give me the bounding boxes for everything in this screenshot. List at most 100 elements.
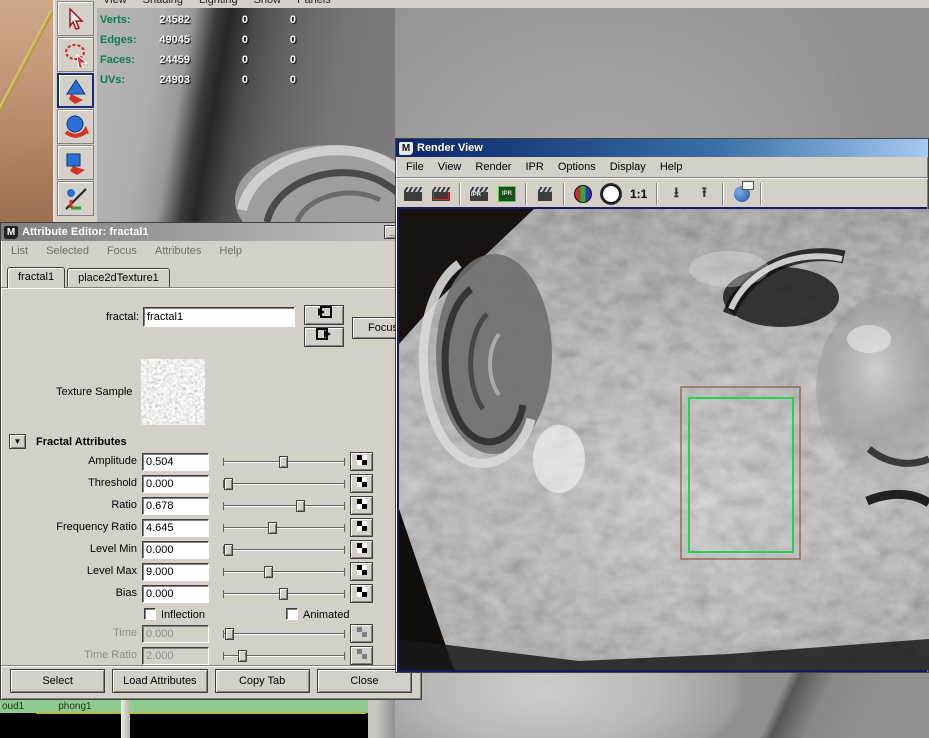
lasso-select-tool[interactable] <box>57 37 94 72</box>
ae-menu-selected[interactable]: Selected <box>46 245 89 257</box>
level-min-field[interactable] <box>142 541 209 559</box>
render-icon[interactable] <box>400 182 426 206</box>
panel-menu-lighting[interactable]: Lighting <box>199 0 238 6</box>
rotate-tool[interactable] <box>57 109 94 144</box>
rendered-image[interactable] <box>397 207 927 672</box>
time-ratio-row: Time Ratio <box>1 647 421 665</box>
level-min-map-button[interactable] <box>350 540 373 559</box>
real-size-button[interactable]: 1:1 <box>626 187 651 201</box>
hud-row-uvs: UVs: 24903 0 0 <box>100 70 390 90</box>
attribute-editor-buttons: Select Load Attributes Copy Tab Close <box>1 669 421 693</box>
amplitude-row: Amplitude <box>1 453 421 471</box>
tab-fractal1[interactable]: fractal1 <box>7 267 65 288</box>
panel-menu-shading[interactable]: Shading <box>143 0 183 6</box>
show-input-connections-button[interactable] <box>304 305 344 325</box>
viewport-top-right <box>395 8 929 138</box>
scale-tool[interactable] <box>57 145 94 180</box>
ratio-slider[interactable] <box>223 500 345 512</box>
hypershade-tab-cloud1[interactable]: oud1 <box>2 701 24 712</box>
select-button[interactable]: Select <box>10 669 105 693</box>
panel-edge <box>368 700 378 738</box>
ae-menu-list[interactable]: List <box>11 245 28 257</box>
ratio-field[interactable] <box>142 497 209 515</box>
hypershade-divider[interactable] <box>121 700 130 738</box>
move-tool[interactable] <box>57 73 94 108</box>
render-globals-icon[interactable] <box>729 182 755 206</box>
threshold-map-button[interactable] <box>350 474 373 493</box>
time-ratio-field <box>142 647 209 665</box>
ipr-region-icon[interactable]: IPR <box>494 182 520 206</box>
viewport-bottom-right <box>395 673 929 738</box>
panel-menu-show[interactable]: Show <box>254 0 282 6</box>
panel-menubar: View Shading Lighting Show Panels <box>97 0 929 8</box>
hypershade-underline <box>36 712 366 714</box>
frequency-ratio-map-button[interactable] <box>350 518 373 537</box>
frequency-ratio-slider[interactable] <box>223 522 345 534</box>
viewport-head-ear <box>222 130 395 222</box>
render-region-icon[interactable] <box>428 182 454 206</box>
panel-menu-view[interactable]: View <box>103 0 127 6</box>
show-manipulator-tool[interactable] <box>57 181 94 216</box>
threshold-field[interactable] <box>142 475 209 493</box>
maya-icon: M <box>4 226 18 239</box>
rv-menu-ipr[interactable]: IPR <box>525 161 543 173</box>
hypershade-panel: oud1 phong1 <box>0 700 378 738</box>
ipr-render-icon[interactable] <box>466 182 492 206</box>
maya-icon: M <box>399 142 413 155</box>
ae-menu-attributes[interactable]: Attributes <box>155 245 201 257</box>
node-tabs: fractal1 place2dTexture1 <box>1 261 421 287</box>
ratio-map-button[interactable] <box>350 496 373 515</box>
node-type-label: fractal: <box>1 311 139 323</box>
level-max-map-button[interactable] <box>350 562 373 581</box>
bias-field[interactable] <box>142 585 209 603</box>
level-min-slider[interactable] <box>223 544 345 556</box>
rv-menu-help[interactable]: Help <box>660 161 683 173</box>
toolbox <box>55 0 97 222</box>
tab-place2dtexture1[interactable]: place2dTexture1 <box>67 268 170 287</box>
render-view-titlebar[interactable]: M Render View <box>396 139 928 157</box>
alpha-channel-icon[interactable] <box>598 182 624 206</box>
ae-menu-focus[interactable]: Focus <box>107 245 137 257</box>
rv-menu-display[interactable]: Display <box>610 161 646 173</box>
amplitude-map-button[interactable] <box>350 452 373 471</box>
load-attributes-button[interactable]: Load Attributes <box>112 669 207 693</box>
rgb-channels-icon[interactable] <box>570 182 596 206</box>
rv-menu-render[interactable]: Render <box>475 161 511 173</box>
keep-image-icon[interactable]: ⭳ <box>663 182 689 206</box>
hypershade-tab-phong1[interactable]: phong1 <box>58 701 91 712</box>
snapshot-icon[interactable] <box>532 182 558 206</box>
section-header: Fractal Attributes <box>36 436 127 448</box>
reference-photo-strip <box>0 0 55 222</box>
rv-menu-options[interactable]: Options <box>558 161 596 173</box>
select-tool[interactable] <box>57 1 94 36</box>
attribute-editor-title: Attribute Editor: fractal1 <box>22 226 149 238</box>
attribute-editor-titlebar[interactable]: M Attribute Editor: fractal1 _ ❐ <box>1 223 421 241</box>
attribute-editor-window: M Attribute Editor: fractal1 _ ❐ List Se… <box>0 222 422 700</box>
threshold-slider[interactable] <box>223 478 345 490</box>
show-output-connections-button[interactable] <box>304 327 344 347</box>
frequency-ratio-field[interactable] <box>142 519 209 537</box>
ae-menu-help[interactable]: Help <box>219 245 242 257</box>
node-name-field[interactable] <box>143 307 295 327</box>
bias-slider[interactable] <box>223 588 345 600</box>
frequency-ratio-row: Frequency Ratio <box>1 519 421 537</box>
bias-map-button[interactable] <box>350 584 373 603</box>
amplitude-field[interactable] <box>142 453 209 471</box>
amplitude-slider[interactable] <box>223 456 345 468</box>
heads-up-display: Verts: 24582 0 0 Edges: 49045 0 0 Faces:… <box>100 10 390 90</box>
level-max-slider[interactable] <box>223 566 345 578</box>
render-view-title: Render View <box>417 142 483 154</box>
inflection-label: Inflection <box>161 609 205 621</box>
rv-menu-file[interactable]: File <box>406 161 424 173</box>
texture-sample-swatch[interactable] <box>141 359 205 425</box>
level-max-row: Level Max <box>1 563 421 581</box>
collapse-section-button[interactable]: ▼ <box>9 434 26 449</box>
panel-menu-panels[interactable]: Panels <box>297 0 331 6</box>
remove-image-icon[interactable]: ⭱ <box>691 182 717 206</box>
copy-tab-button[interactable]: Copy Tab <box>215 669 310 693</box>
level-max-field[interactable] <box>142 563 209 581</box>
ratio-row: Ratio <box>1 497 421 515</box>
animated-checkbox[interactable] <box>286 608 298 620</box>
inflection-checkbox[interactable] <box>144 608 156 620</box>
rv-menu-view[interactable]: View <box>438 161 462 173</box>
